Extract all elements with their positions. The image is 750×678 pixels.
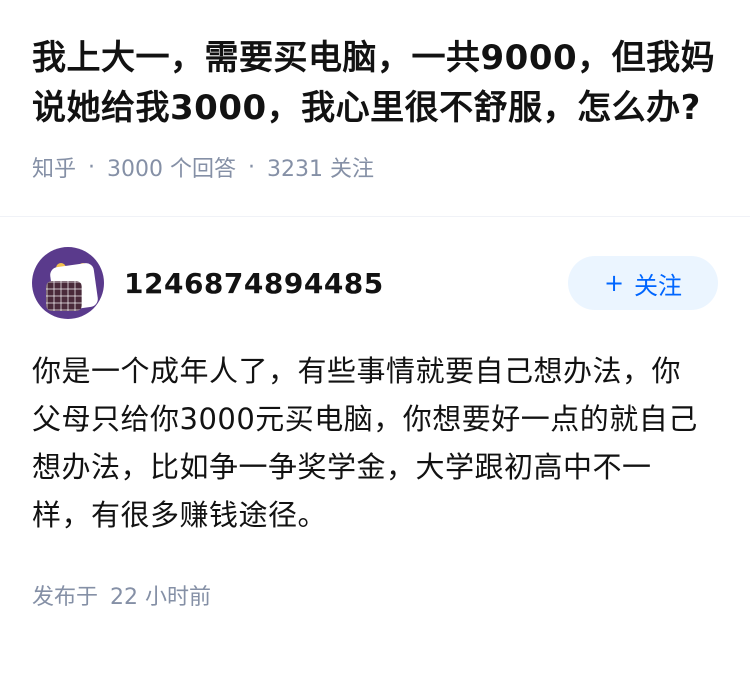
follower-count: 3231 (267, 157, 324, 182)
avatar-blanket (46, 281, 82, 311)
question-title[interactable]: 我上大一，需要买电脑，一共9000，但我妈说她给我3000，我心里很不舒服，怎么… (32, 33, 718, 133)
follower-count-group[interactable]: 3231 关注 (267, 151, 374, 183)
author-name[interactable]: 1246874894485 (124, 267, 568, 300)
answer-content[interactable]: 你是一个成年人了，有些事情就要自己想办法，你父母只给你3000元买电脑，你想要好… (32, 347, 704, 539)
follow-button[interactable]: + 关注 (568, 256, 718, 310)
follower-count-label: 关注 (330, 157, 375, 182)
question-meta: 知乎 · 3000 个回答 · 3231 关注 (32, 151, 718, 183)
follow-button-label: 关注 (634, 271, 683, 300)
section-divider (0, 216, 750, 251)
separator-dot: · (248, 154, 256, 180)
published-label: 发布于 (32, 585, 99, 610)
published-time: 22 小时前 (110, 585, 212, 610)
answer-count: 3000 (107, 157, 164, 182)
answer-count-group[interactable]: 3000 个回答 (107, 151, 236, 183)
answer-card: 1246874894485 + 关注 你是一个成年人了，有些事情就要自己想办法，… (0, 247, 750, 611)
question-header: 我上大一，需要买电脑，一共9000，但我妈说她给我3000，我心里很不舒服，怎么… (0, 0, 750, 216)
source-label[interactable]: 知乎 (32, 151, 76, 183)
plus-icon: + (603, 269, 625, 297)
avatar[interactable] (32, 247, 104, 319)
published-info: 发布于 22 小时前 (32, 579, 718, 611)
answer-count-label: 个回答 (170, 157, 237, 182)
separator-dot: · (88, 154, 96, 180)
author-row: 1246874894485 + 关注 (32, 247, 718, 319)
